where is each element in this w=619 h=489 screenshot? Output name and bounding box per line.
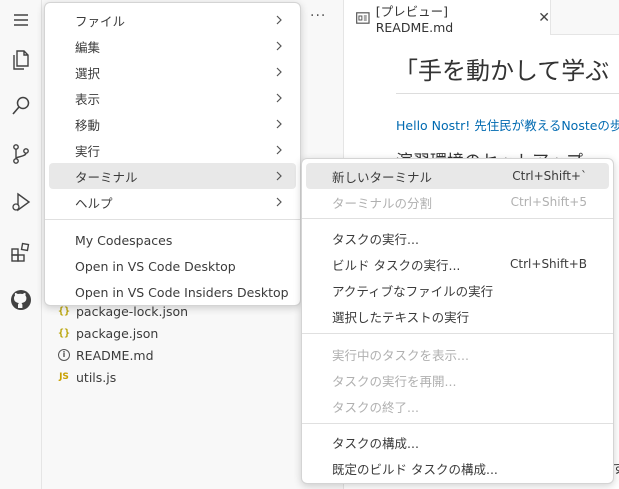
menu-item-label: ファイル	[75, 13, 126, 29]
menu-item-label: 選択したテキストの実行	[332, 309, 470, 325]
menu-item-label: 選択	[75, 65, 101, 81]
menu-item-label: 表示	[75, 91, 101, 107]
menu-item-label: ヘルプ	[75, 195, 113, 211]
menu-item-run-build-task[interactable]: ビルド タスクの実行... Ctrl+Shift+B	[306, 251, 609, 277]
json-file-icon: {}	[58, 305, 71, 317]
menu-item-label: 新しいターミナル	[332, 169, 433, 185]
menu-item-label: タスクの実行...	[332, 231, 419, 247]
menu-icon[interactable]	[0, 0, 42, 40]
file-name: package.json	[76, 325, 159, 341]
close-icon[interactable]: ✕	[538, 10, 550, 26]
menu-item-file[interactable]: ファイル	[49, 7, 296, 33]
menu-item-shortcut: Ctrl+Shift+B	[510, 257, 587, 271]
menu-item-label: 既定のビルド タスクの構成...	[332, 461, 498, 477]
menu-item-label: Open in VS Code Insiders Desktop	[75, 284, 289, 300]
menu-item-my-codespaces[interactable]: My Codespaces	[49, 227, 296, 253]
search-icon[interactable]	[0, 86, 42, 126]
menu-item-terminate-task[interactable]: タスクの終了...	[306, 393, 609, 419]
chevron-right-icon	[276, 41, 282, 51]
menu-item-open-vscode-insiders[interactable]: Open in VS Code Insiders Desktop	[49, 279, 296, 305]
menu-item-restart-task[interactable]: タスクの実行を再開...	[306, 367, 609, 393]
menu-item-label: タスクの構成...	[332, 435, 419, 451]
tab-readme-preview[interactable]: [プレビュー] README.md ✕	[344, 0, 551, 35]
menu-item-label: 実行	[75, 143, 101, 159]
chevron-right-icon	[276, 171, 282, 181]
terminal-submenu: 新しいターミナル Ctrl+Shift+` ターミナルの分割 Ctrl+Shif…	[301, 158, 614, 484]
menu-item-label: タスクの実行を再開...	[332, 373, 457, 389]
menu-item-edit[interactable]: 編集	[49, 33, 296, 59]
menu-item-show-running-tasks[interactable]: 実行中のタスクを表示...	[306, 341, 609, 367]
preview-icon	[356, 11, 370, 24]
menu-item-shortcut: Ctrl+Shift+`	[512, 169, 587, 183]
more-actions-icon[interactable]: ···	[310, 8, 326, 24]
file-item-package[interactable]: {} package.json	[58, 322, 158, 344]
menu-item-label: 編集	[75, 39, 101, 55]
preview-link[interactable]: Hello Nostr! 先住民が教えるNosteの歩	[396, 115, 619, 134]
menu-item-help[interactable]: ヘルプ	[49, 189, 296, 215]
menu-item-terminal[interactable]: ターミナル	[49, 163, 296, 189]
menu-item-label: ターミナル	[75, 169, 138, 185]
menu-item-label: アクティブなファイルの実行	[332, 283, 494, 299]
chevron-right-icon	[276, 15, 282, 25]
menu-item-label: Open in VS Code Desktop	[75, 258, 236, 274]
menu-item-label: 実行中のタスクを表示...	[332, 347, 469, 363]
main-menu: ファイル 編集 選択 表示 移動 実行 ターミナル ヘルプ My Codespa…	[44, 2, 301, 306]
json-file-icon: {}	[58, 327, 71, 339]
source-control-icon[interactable]	[0, 134, 42, 174]
menu-separator	[302, 423, 613, 424]
file-name: utils.js	[76, 369, 117, 385]
menu-item-run-active-file[interactable]: アクティブなファイルの実行	[306, 277, 609, 303]
file-name: README.md	[76, 347, 154, 363]
extensions-icon[interactable]	[0, 232, 42, 272]
menu-item-go[interactable]: 移動	[49, 111, 296, 137]
github-icon[interactable]	[0, 280, 42, 320]
menu-item-run-selected-text[interactable]: 選択したテキストの実行	[306, 303, 609, 329]
chevron-right-icon	[276, 119, 282, 129]
menu-item-label: ターミナルの分割	[332, 195, 433, 211]
menu-item-configure-default-build-task[interactable]: 既定のビルド タスクの構成...	[306, 455, 609, 481]
menu-item-label: 移動	[75, 117, 101, 133]
menu-item-split-terminal[interactable]: ターミナルの分割 Ctrl+Shift+5	[306, 189, 609, 215]
menu-item-label: タスクの終了...	[332, 399, 419, 415]
explorer-icon[interactable]	[0, 40, 42, 80]
menu-item-label: My Codespaces	[75, 232, 173, 248]
menu-item-configure-tasks[interactable]: タスクの構成...	[306, 429, 609, 455]
editor-tab-bar: [プレビュー] README.md ✕	[344, 0, 619, 35]
tab-label: [プレビュー] README.md	[375, 3, 454, 35]
file-item-readme[interactable]: i README.md	[58, 344, 154, 366]
menu-item-new-terminal[interactable]: 新しいターミナル Ctrl+Shift+`	[306, 163, 609, 189]
menu-item-view[interactable]: 表示	[49, 85, 296, 111]
chevron-right-icon	[276, 197, 282, 207]
chevron-right-icon	[276, 93, 282, 103]
divider	[396, 93, 619, 94]
menu-item-run-task[interactable]: タスクの実行...	[306, 225, 609, 251]
menu-separator	[302, 333, 613, 334]
menu-item-label: ビルド タスクの実行...	[332, 257, 461, 273]
menu-item-shortcut: Ctrl+Shift+5	[510, 195, 587, 209]
activity-bar	[0, 0, 42, 489]
run-debug-icon[interactable]	[0, 182, 42, 222]
menu-separator	[302, 218, 613, 219]
menu-item-run[interactable]: 実行	[49, 137, 296, 163]
menu-item-open-vscode-desktop[interactable]: Open in VS Code Desktop	[49, 253, 296, 279]
chevron-right-icon	[276, 67, 282, 77]
file-item-utils[interactable]: JS utils.js	[58, 366, 116, 388]
info-file-icon: i	[58, 349, 70, 361]
preview-title: 「手を動かして学ぶ N	[394, 57, 619, 85]
js-file-icon: JS	[59, 372, 69, 382]
chevron-right-icon	[276, 145, 282, 155]
menu-separator	[45, 219, 300, 220]
menu-item-selection[interactable]: 選択	[49, 59, 296, 85]
